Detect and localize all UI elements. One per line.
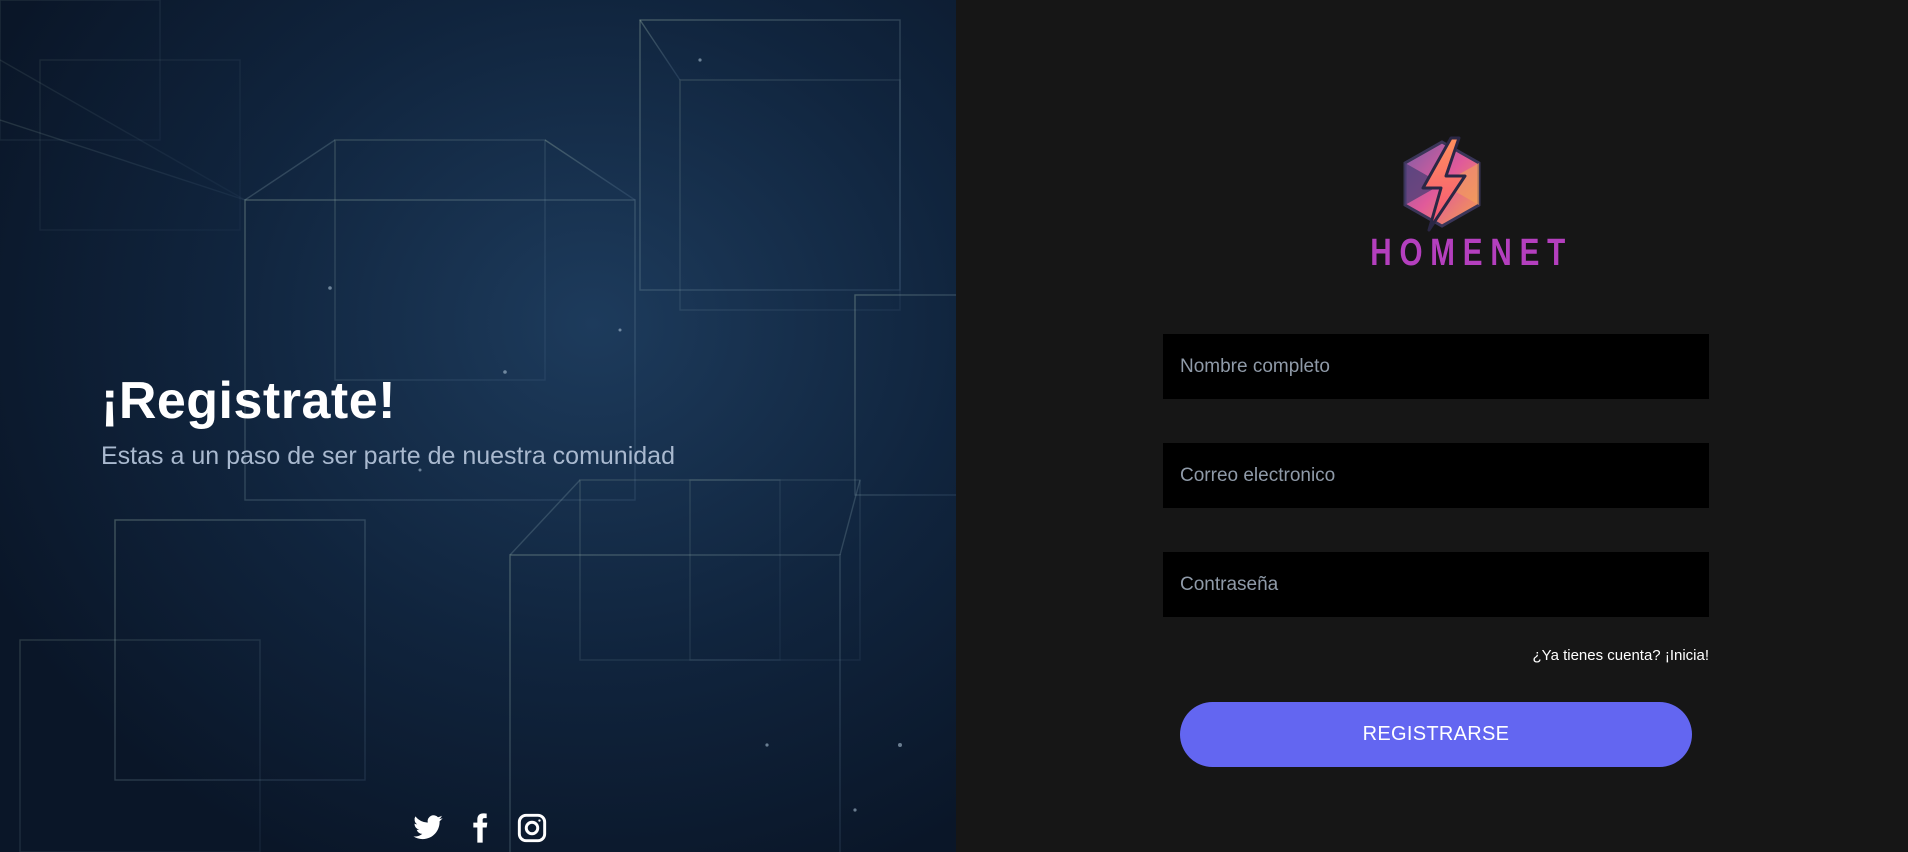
instagram-icon[interactable] <box>516 812 548 844</box>
register-page: ¡Registrate! Estas a un paso de ser part… <box>0 0 1908 852</box>
brand-logo: HOMENET <box>1342 136 1574 274</box>
social-links <box>412 812 548 844</box>
email-input[interactable] <box>1163 443 1709 508</box>
login-link[interactable]: ¿Ya tienes cuenta? ¡Inicia! <box>1533 647 1709 664</box>
register-form-panel: HOMENET ¿Ya tienes cuenta? ¡Inicia! REGI… <box>956 0 1908 852</box>
brand-name: HOMENET <box>1370 232 1574 274</box>
hero-panel: ¡Registrate! Estas a un paso de ser part… <box>0 0 956 852</box>
facebook-icon[interactable] <box>464 812 496 844</box>
password-input[interactable] <box>1163 552 1709 617</box>
twitter-icon[interactable] <box>412 812 444 844</box>
page-title: ¡Registrate! <box>101 372 396 430</box>
register-button[interactable]: REGISTRARSE <box>1180 702 1692 767</box>
page-subtitle: Estas a un paso de ser parte de nuestra … <box>101 442 675 470</box>
hero-text: ¡Registrate! Estas a un paso de ser part… <box>101 372 675 472</box>
lightning-hexagon-icon <box>1403 136 1481 232</box>
full-name-input[interactable] <box>1163 334 1709 399</box>
